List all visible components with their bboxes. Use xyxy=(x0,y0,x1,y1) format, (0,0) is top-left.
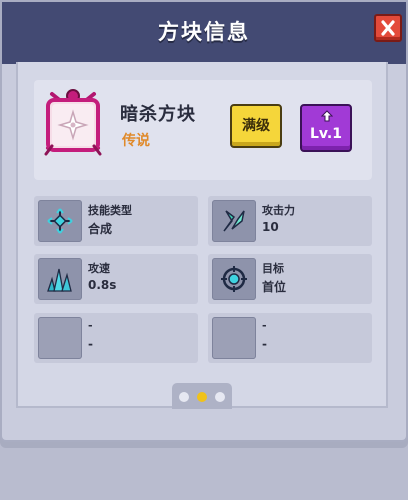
page-dot[interactable] xyxy=(215,392,225,402)
page-indicator xyxy=(172,383,232,409)
empty-slot-icon xyxy=(38,317,82,359)
block-rarity: 传说 xyxy=(122,133,150,149)
stat-skill-type: 技能类型 合成 xyxy=(34,196,198,246)
crossed-arrows-icon xyxy=(38,200,82,242)
target-crosshair-icon xyxy=(212,258,256,300)
stat-value: - xyxy=(88,337,93,351)
crystal-leaf-icon xyxy=(212,200,256,242)
page-dot[interactable] xyxy=(179,392,189,402)
stat-label: 技能类型 xyxy=(88,204,132,217)
stat-value: 0.8s xyxy=(88,278,117,292)
dialog-title-bar: 方块信息 xyxy=(2,2,406,64)
crystal-cluster-icon xyxy=(38,258,82,300)
stat-label: - xyxy=(262,319,267,332)
max-level-button[interactable]: 满级 xyxy=(230,104,282,148)
close-button[interactable] xyxy=(374,14,402,42)
level-label: Lv.1 xyxy=(310,126,342,142)
block-name: 暗杀方块 xyxy=(120,104,196,125)
stat-target: 目标 首位 xyxy=(208,254,372,304)
page-dot-active[interactable] xyxy=(197,392,207,402)
up-arrow-icon xyxy=(321,110,333,122)
stat-attack: 攻击力 10 xyxy=(208,196,372,246)
max-level-label: 满级 xyxy=(242,118,270,134)
stat-value: 合成 xyxy=(88,222,113,236)
stat-value: 首位 xyxy=(262,280,287,294)
stat-label: - xyxy=(88,319,93,332)
dialog-title: 方块信息 xyxy=(158,20,250,44)
stat-attack-speed: 攻速 0.8s xyxy=(34,254,198,304)
stat-label: 攻速 xyxy=(88,262,110,275)
stat-label: 攻击力 xyxy=(262,204,295,217)
stat-empty-slot: - - xyxy=(208,313,372,363)
close-icon xyxy=(381,20,395,36)
stat-value: - xyxy=(262,337,267,351)
stat-value: 10 xyxy=(262,220,279,234)
stat-label: 目标 xyxy=(262,262,284,275)
block-summary-card: 暗杀方块 传说 满级 Lv.1 xyxy=(34,80,372,180)
stat-empty-slot: - - xyxy=(34,313,198,363)
assassin-block-icon xyxy=(42,88,104,158)
level-up-button[interactable]: Lv.1 xyxy=(300,104,352,152)
empty-slot-icon xyxy=(212,317,256,359)
